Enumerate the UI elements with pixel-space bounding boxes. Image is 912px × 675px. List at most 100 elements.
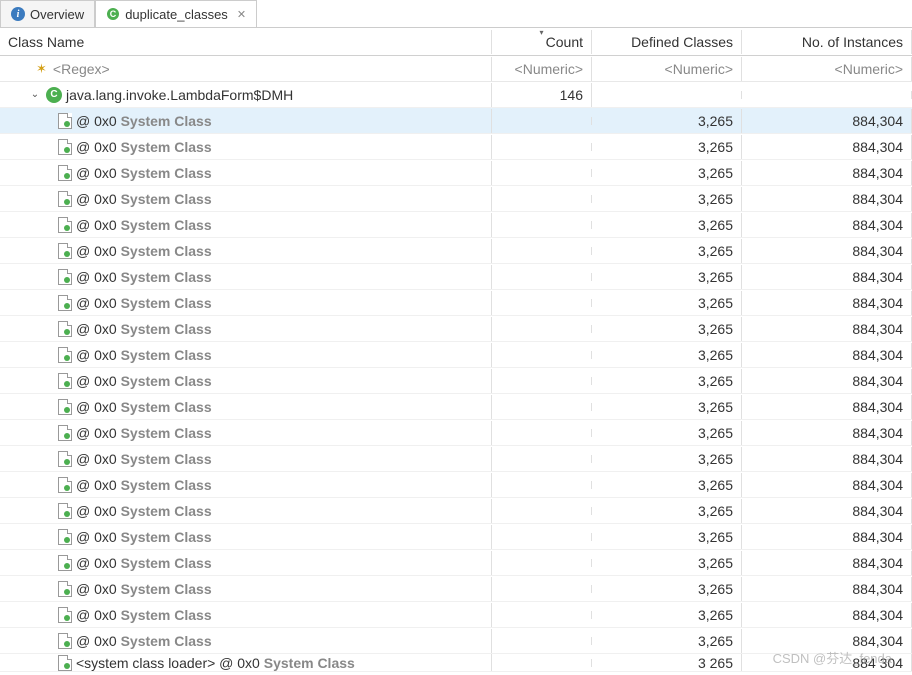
instances-value: 884,304 [742, 525, 912, 549]
table-row[interactable]: @ 0x0 System Class 3,265 884,304 [0, 290, 912, 316]
table-row[interactable]: @ 0x0 System Class 3,265 884,304 [0, 394, 912, 420]
table-row[interactable]: @ 0x0 System Class 3,265 884,304 [0, 576, 912, 602]
table-row[interactable]: @ 0x0 System Class 3,265 884,304 [0, 602, 912, 628]
table-row[interactable]: @ 0x0 System Class 3,265 884,304 [0, 472, 912, 498]
loader-text: @ 0x0 System Class [76, 269, 212, 285]
class-name: java.lang.invoke.LambdaForm$DMH [66, 87, 293, 103]
defined-value: 3,265 [592, 369, 742, 393]
loader-text: @ 0x0 System Class [76, 373, 212, 389]
table-row-partial[interactable]: <system class loader> @ 0x0 System Class… [0, 654, 912, 672]
table-row[interactable]: @ 0x0 System Class 3,265 884,304 [0, 550, 912, 576]
table-row[interactable]: @ 0x0 System Class 3,265 884,304 [0, 212, 912, 238]
classloader-icon [58, 425, 72, 441]
filter-row: ✶ <Regex> <Numeric> <Numeric> <Numeric> [0, 56, 912, 82]
defined-value: 3,265 [592, 135, 742, 159]
tab-overview[interactable]: i Overview [0, 0, 95, 27]
instances-value: 884,304 [742, 187, 912, 211]
loader-text: @ 0x0 System Class [76, 607, 212, 623]
info-icon: i [11, 7, 25, 21]
loader-text: <system class loader> @ 0x0 System Class [76, 655, 355, 671]
classloader-icon [58, 373, 72, 389]
classloader-icon [58, 477, 72, 493]
table-row[interactable]: @ 0x0 System Class 3,265 884,304 [0, 134, 912, 160]
defined-value: 3,265 [592, 629, 742, 653]
close-icon[interactable]: ✕ [237, 8, 246, 21]
table-row[interactable]: @ 0x0 System Class 3,265 884,304 [0, 238, 912, 264]
tab-bar: i Overview C duplicate_classes ✕ [0, 0, 912, 28]
loader-text: @ 0x0 System Class [76, 217, 212, 233]
loader-text: @ 0x0 System Class [76, 529, 212, 545]
classloader-icon [58, 581, 72, 597]
header-count[interactable]: ▾ Count [492, 30, 592, 54]
regex-icon: ✶ [36, 61, 47, 77]
instances-value: 884,304 [742, 109, 912, 133]
defined-value: 3,265 [592, 447, 742, 471]
loader-text: @ 0x0 System Class [76, 295, 212, 311]
defined-filter[interactable]: <Numeric> [592, 57, 742, 81]
table-row[interactable]: @ 0x0 System Class 3,265 884,304 [0, 264, 912, 290]
table-row[interactable]: @ 0x0 System Class 3,265 884,304 [0, 446, 912, 472]
loader-text: @ 0x0 System Class [76, 191, 212, 207]
header-instances[interactable]: No. of Instances [742, 30, 912, 54]
table-row[interactable]: @ 0x0 System Class 3,265 884,304 [0, 108, 912, 134]
table-row[interactable]: @ 0x0 System Class 3,265 884,304 [0, 524, 912, 550]
instances-value: 884,304 [742, 135, 912, 159]
defined-value: 3,265 [592, 603, 742, 627]
classloader-icon [58, 503, 72, 519]
svg-text:C: C [110, 9, 117, 19]
regex-filter[interactable]: <Regex> [53, 61, 110, 77]
table-row[interactable]: @ 0x0 System Class 3,265 884,304 [0, 342, 912, 368]
loader-text: @ 0x0 System Class [76, 451, 212, 467]
collapse-icon[interactable]: ⌄ [28, 89, 42, 100]
instances-value: 884,304 [742, 551, 912, 575]
defined-value: 3,265 [592, 161, 742, 185]
instances-value: 884,304 [742, 603, 912, 627]
count-filter[interactable]: <Numeric> [492, 57, 592, 81]
classloader-icon [58, 451, 72, 467]
instances-value: 884,304 [742, 395, 912, 419]
classloader-icon [58, 243, 72, 259]
loader-text: @ 0x0 System Class [76, 633, 212, 649]
defined-value: 3,265 [592, 187, 742, 211]
defined-value: 3,265 [592, 265, 742, 289]
instances-value: 884,304 [742, 317, 912, 341]
defined-value: 3,265 [592, 421, 742, 445]
loader-text: @ 0x0 System Class [76, 425, 212, 441]
table-row[interactable]: @ 0x0 System Class 3,265 884,304 [0, 498, 912, 524]
table-row[interactable]: @ 0x0 System Class 3,265 884,304 [0, 316, 912, 342]
loader-text: @ 0x0 System Class [76, 503, 212, 519]
defined-value: 3,265 [592, 499, 742, 523]
instances-value: 884,304 [742, 577, 912, 601]
instances-filter[interactable]: <Numeric> [742, 57, 912, 81]
loader-text: @ 0x0 System Class [76, 321, 212, 337]
defined-value: 3,265 [592, 343, 742, 367]
classloader-icon [58, 139, 72, 155]
loader-text: @ 0x0 System Class [76, 347, 212, 363]
sort-indicator-icon: ▾ [539, 30, 543, 37]
defined-value: 3,265 [592, 213, 742, 237]
instances-value: 884,304 [742, 239, 912, 263]
instances-value [742, 91, 912, 99]
instances-value: 884 304 [742, 654, 912, 672]
loader-text: @ 0x0 System Class [76, 477, 212, 493]
classloader-icon [58, 529, 72, 545]
instances-value: 884,304 [742, 629, 912, 653]
header-class-name[interactable]: Class Name [0, 30, 492, 54]
table-row[interactable]: @ 0x0 System Class 3,265 884,304 [0, 628, 912, 654]
table-header: Class Name ▾ Count Defined Classes No. o… [0, 28, 912, 56]
defined-value: 3,265 [592, 317, 742, 341]
table-row[interactable]: @ 0x0 System Class 3,265 884,304 [0, 160, 912, 186]
header-defined-classes[interactable]: Defined Classes [592, 30, 742, 54]
table-row[interactable]: @ 0x0 System Class 3,265 884,304 [0, 420, 912, 446]
tab-duplicate-classes[interactable]: C duplicate_classes ✕ [95, 0, 257, 27]
loader-text: @ 0x0 System Class [76, 243, 212, 259]
loader-text: @ 0x0 System Class [76, 555, 212, 571]
parent-row[interactable]: ⌄ C java.lang.invoke.LambdaForm$DMH 146 [0, 82, 912, 108]
instances-value: 884,304 [742, 213, 912, 237]
classloader-icon [58, 269, 72, 285]
table-row[interactable]: @ 0x0 System Class 3,265 884,304 [0, 186, 912, 212]
table-row[interactable]: @ 0x0 System Class 3,265 884,304 [0, 368, 912, 394]
defined-value: 3,265 [592, 291, 742, 315]
classloader-icon [58, 165, 72, 181]
instances-value: 884,304 [742, 369, 912, 393]
